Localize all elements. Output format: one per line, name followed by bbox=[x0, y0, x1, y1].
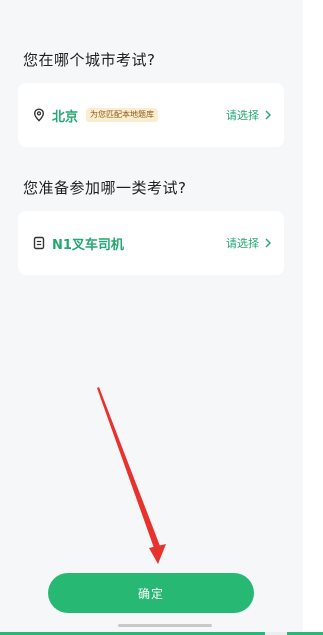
city-select-link[interactable]: 请选择 bbox=[226, 107, 259, 123]
chevron-right-icon bbox=[262, 109, 274, 121]
local-question-bank-tag: 为您匹配本地题库 bbox=[86, 108, 159, 122]
chevron-right-icon bbox=[262, 237, 274, 249]
selected-city: 北京 bbox=[52, 109, 79, 125]
confirm-button[interactable]: 确定 bbox=[48, 573, 254, 613]
right-margin bbox=[303, 0, 323, 632]
city-question: 您在哪个城市考试? bbox=[23, 51, 156, 69]
city-selector-card[interactable]: 北京 为您匹配本地题库 请选择 bbox=[18, 83, 284, 147]
home-indicator bbox=[118, 624, 212, 627]
location-pin-icon bbox=[32, 108, 46, 122]
exam-type-selector-card[interactable]: N1叉车司机 请选择 bbox=[18, 211, 284, 275]
document-icon bbox=[32, 236, 46, 250]
exam-type-question: 您准备参加哪一类考试? bbox=[23, 179, 187, 197]
selected-exam-type: N1叉车司机 bbox=[52, 237, 124, 253]
exam-type-select-link[interactable]: 请选择 bbox=[226, 235, 259, 251]
